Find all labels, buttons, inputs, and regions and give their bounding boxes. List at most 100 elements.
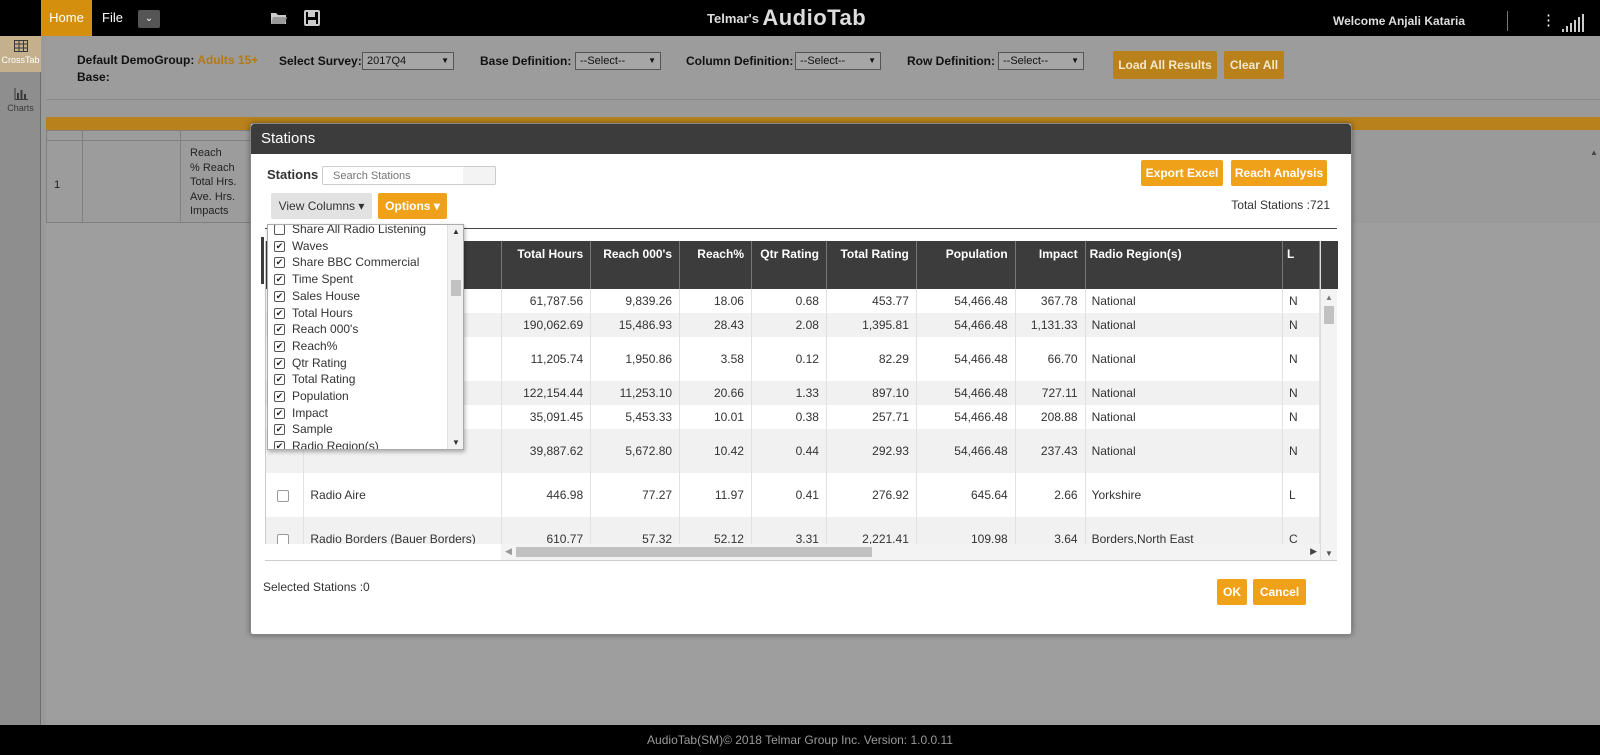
- table-cell: 10.01: [679, 405, 752, 429]
- checkbox-checked-icon[interactable]: ✔: [274, 374, 285, 386]
- stations-search-label: Stations: [267, 167, 319, 182]
- scroll-up-icon[interactable]: ▲: [1590, 148, 1598, 157]
- table-cell: 54,466.48: [916, 313, 1016, 337]
- column-toggle-item[interactable]: ✔ Sample: [268, 421, 446, 438]
- clear-all-button[interactable]: Clear All: [1224, 51, 1284, 79]
- table-cell: National: [1085, 289, 1284, 313]
- column-toggle-item[interactable]: ✔ Total Hours: [268, 305, 446, 322]
- crosstab-grid: 1 Reach % Reach Total Hrs. Ave. Hrs. Imp…: [46, 130, 260, 224]
- column-toggle-item[interactable]: ✔ Sales House: [268, 288, 446, 305]
- column-header[interactable]: L: [1282, 241, 1320, 289]
- column-toggle-item[interactable]: ✔ Waves: [268, 238, 446, 255]
- sidebar-item-charts[interactable]: Charts: [0, 88, 41, 124]
- station-name: Radio Aire: [303, 473, 503, 517]
- save-icon[interactable]: [303, 10, 321, 26]
- scroll-down-icon[interactable]: ▼: [1325, 549, 1333, 558]
- checkbox-checked-icon[interactable]: ✔: [274, 290, 285, 302]
- survey-select[interactable]: 2017Q4: [362, 52, 454, 70]
- view-columns-button[interactable]: View Columns ▾: [271, 193, 372, 219]
- checkbox-unchecked-icon[interactable]: [274, 225, 285, 235]
- export-excel-button[interactable]: Export Excel: [1141, 160, 1223, 186]
- checkbox-checked-icon[interactable]: ✔: [274, 407, 285, 419]
- scroll-left-icon[interactable]: ◀: [505, 546, 512, 557]
- table-cell: 3.64: [1015, 517, 1086, 544]
- checkbox-checked-icon[interactable]: ✔: [274, 424, 285, 436]
- checkbox-checked-icon[interactable]: ✔: [274, 340, 285, 352]
- column-header[interactable]: Qtr Rating: [751, 241, 827, 289]
- column-header[interactable]: Total Hours: [501, 241, 592, 289]
- scroll-thumb[interactable]: [516, 547, 872, 557]
- table-cell: 453.77: [826, 289, 917, 313]
- table-row[interactable]: Radio Aire 446.98 77.27 11.97 0.41 276.92 645.…: [266, 473, 1320, 517]
- scroll-thumb[interactable]: [1324, 306, 1334, 324]
- checkbox-checked-icon[interactable]: ✔: [274, 257, 285, 269]
- open-folder-icon[interactable]: [270, 10, 288, 26]
- column-toggle-item[interactable]: ✔ Reach 000's: [268, 321, 446, 338]
- checkbox-checked-icon[interactable]: ✔: [274, 240, 285, 252]
- load-all-results-button[interactable]: Load All Results: [1113, 51, 1217, 79]
- checkbox-checked-icon[interactable]: ✔: [274, 307, 285, 319]
- more-vert-icon[interactable]: ⋮: [1541, 11, 1556, 31]
- brand-name: AudioTab: [762, 5, 867, 30]
- base-definition-select[interactable]: --Select--: [575, 52, 661, 70]
- search-button[interactable]: [463, 166, 496, 185]
- column-toggle-item[interactable]: ✔ Qtr Rating: [268, 355, 446, 372]
- table-cell: 54,466.48: [916, 289, 1016, 313]
- column-header[interactable]: Reach%: [679, 241, 752, 289]
- scroll-right-icon[interactable]: ▶: [1310, 546, 1317, 557]
- checkbox-checked-icon[interactable]: ✔: [274, 441, 285, 449]
- column-definition-select[interactable]: --Select--: [795, 52, 881, 70]
- options-button[interactable]: Options ▾: [378, 193, 447, 219]
- scroll-up-icon[interactable]: ▲: [452, 227, 460, 236]
- row-checkbox[interactable]: [277, 489, 290, 502]
- scroll-thumb[interactable]: [451, 280, 461, 296]
- column-header[interactable]: Total Rating: [826, 241, 917, 289]
- column-toggle-label: Share All Radio Listening: [292, 224, 427, 236]
- nav-home[interactable]: Home: [41, 0, 92, 36]
- sidebar-item-crosstab[interactable]: CrossTab: [0, 36, 41, 72]
- nav-dropdown-button[interactable]: ⌄: [138, 10, 160, 28]
- scroll-up-icon[interactable]: ▲: [1325, 293, 1333, 302]
- column-toggle-item[interactable]: ✔ Population: [268, 388, 446, 405]
- view-columns-dropdown: ▲ ▼ Share All Radio Listening ✔ Waves ✔ Shar…: [267, 224, 464, 450]
- left-sidebar: CrossTab Charts: [0, 36, 41, 725]
- column-toggle-item[interactable]: ✔ Impact: [268, 405, 446, 422]
- reach-analysis-button[interactable]: Reach Analysis: [1231, 160, 1327, 186]
- demogroup-value: Adults 15+: [197, 53, 259, 67]
- column-toggle-label: Waves: [292, 238, 329, 253]
- column-toggle-label: Share BBC Commercial: [292, 255, 420, 270]
- column-toggle-item[interactable]: ✔ Share BBC Commercial: [268, 254, 446, 271]
- table-horizontal-scrollbar[interactable]: ◀ ▶: [501, 544, 1320, 560]
- table-cell: 15,486.93: [590, 313, 681, 337]
- column-toggle-item[interactable]: ✔ Time Spent: [268, 271, 446, 288]
- column-header[interactable]: Population: [916, 241, 1016, 289]
- column-toggle-label: Population: [292, 389, 349, 403]
- table-cell: 367.78: [1015, 289, 1086, 313]
- table-row[interactable]: Radio Borders (Bauer Borders) 610.77 57.32…: [266, 517, 1320, 544]
- column-toggle-item[interactable]: Share All Radio Listening: [268, 224, 446, 238]
- row-checkbox-cell: [266, 473, 305, 517]
- row-checkbox[interactable]: [277, 533, 290, 544]
- checkbox-checked-icon[interactable]: ✔: [274, 274, 285, 286]
- column-toggle-item[interactable]: ✔ Radio Region(s): [268, 438, 446, 449]
- column-header[interactable]: Radio Region(s): [1085, 241, 1284, 289]
- dropdown-scrollbar[interactable]: ▲ ▼: [447, 225, 463, 449]
- table-cell: 28.43: [679, 313, 752, 337]
- scroll-down-icon[interactable]: ▼: [452, 438, 460, 447]
- row-definition-select[interactable]: --Select--: [998, 52, 1084, 70]
- column-toggle-item[interactable]: ✔ Total Rating: [268, 371, 446, 388]
- column-toggle-item[interactable]: ✔ Reach%: [268, 338, 446, 355]
- table-cell: N: [1282, 289, 1320, 313]
- ok-button[interactable]: OK: [1217, 579, 1247, 605]
- checkbox-checked-icon[interactable]: ✔: [274, 324, 285, 336]
- row-definition-label: Row Definition:: [907, 54, 995, 68]
- column-header[interactable]: Reach 000's: [590, 241, 681, 289]
- table-cell: 610.77: [501, 517, 592, 544]
- column-header[interactable]: Impact: [1015, 241, 1086, 289]
- checkbox-checked-icon[interactable]: ✔: [274, 391, 285, 402]
- table-vertical-scrollbar[interactable]: ▲ ▼: [1320, 241, 1338, 560]
- checkbox-checked-icon[interactable]: ✔: [274, 357, 285, 369]
- table-cell: 292.93: [826, 429, 917, 473]
- cancel-button[interactable]: Cancel: [1253, 579, 1306, 605]
- nav-file[interactable]: File: [102, 0, 123, 36]
